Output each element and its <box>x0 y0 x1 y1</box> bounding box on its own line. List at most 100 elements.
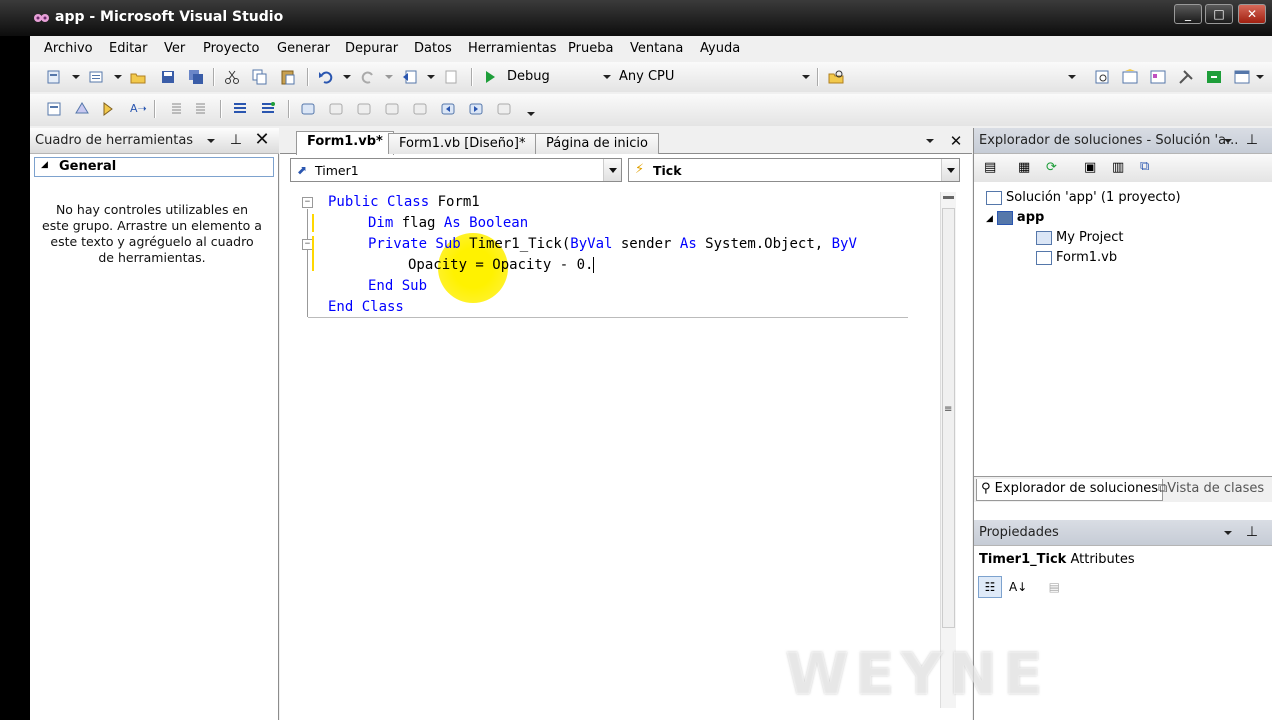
tab-start-page[interactable]: Página de inicio <box>535 133 659 154</box>
open-folder-icon[interactable] <box>130 69 146 85</box>
clear-bookmarks-icon[interactable] <box>496 101 512 117</box>
tab-form1-design[interactable]: Form1.vb [Diseño]* <box>388 133 537 154</box>
chevron-down-icon[interactable] <box>603 159 621 181</box>
menu-generar[interactable]: Generar <box>277 41 330 56</box>
chevron-down-icon[interactable] <box>1224 531 1232 535</box>
split-handle[interactable] <box>943 196 954 199</box>
uncomment-icon[interactable] <box>260 101 276 117</box>
tab-class-view[interactable]: ⧉Vista de clases <box>1154 479 1268 501</box>
toolbox-icon[interactable] <box>1178 69 1194 85</box>
save-all-icon[interactable] <box>188 69 204 85</box>
next-bookmark-in-document-icon[interactable] <box>468 101 484 117</box>
new-project-icon[interactable] <box>46 69 62 85</box>
chevron-down-icon[interactable] <box>207 139 215 143</box>
menu-ventana[interactable]: Ventana <box>630 41 683 56</box>
class-diagram-icon[interactable]: ⧉ <box>1140 159 1149 174</box>
quick-info-icon[interactable] <box>102 101 118 117</box>
menu-ver[interactable]: Ver <box>164 41 185 56</box>
maximize-button[interactable]: □ <box>1205 4 1233 24</box>
properties-object-selector[interactable]: Timer1_Tick Attributes <box>979 552 1135 567</box>
chevron-down-icon[interactable] <box>427 75 435 79</box>
menu-prueba[interactable]: Prueba <box>568 41 613 56</box>
toggle-bookmark-icon[interactable] <box>300 101 316 117</box>
display-object-members-icon[interactable] <box>46 101 62 117</box>
property-pages-icon[interactable]: ▤ <box>1042 577 1066 599</box>
categorized-icon[interactable]: ☷ <box>978 576 1002 598</box>
chevron-down-icon[interactable] <box>941 159 959 181</box>
solution-configuration-combo[interactable]: Debug <box>507 69 550 84</box>
pin-icon[interactable]: ⊥ <box>1244 524 1260 540</box>
tab-form1-vb[interactable]: Form1.vb* <box>296 131 394 155</box>
previous-bookmark-icon[interactable] <box>328 101 344 117</box>
chevron-down-icon[interactable] <box>343 75 351 79</box>
chevron-down-icon[interactable] <box>72 75 80 79</box>
find-in-files-icon[interactable] <box>828 69 844 85</box>
properties-window-icon[interactable] <box>1122 69 1138 85</box>
complete-word-icon[interactable]: A➝ <box>130 102 147 115</box>
find-icon[interactable] <box>1094 69 1110 85</box>
chevron-down-icon[interactable] <box>603 75 611 79</box>
chevron-down-icon[interactable] <box>114 75 122 79</box>
code-area[interactable]: − − Public Class Form1 Dim flag As Boole… <box>288 192 938 672</box>
properties-icon[interactable]: ▤ <box>984 160 996 175</box>
pin-icon[interactable]: ⊥ <box>228 132 244 148</box>
tree-item-form1[interactable]: Form1.vb <box>1036 250 1117 265</box>
menu-depurar[interactable]: Depurar <box>345 41 398 56</box>
collapse-region-icon[interactable]: − <box>302 197 313 208</box>
cut-icon[interactable] <box>224 69 240 85</box>
tree-item-my-project[interactable]: My Project <box>1036 230 1124 245</box>
comment-out-icon[interactable] <box>232 101 248 117</box>
parameter-info-icon[interactable] <box>74 101 90 117</box>
view-code-icon[interactable]: ▣ <box>1084 160 1096 175</box>
expand-triangle-icon[interactable]: ◢ <box>986 214 993 224</box>
close-icon[interactable]: ✕ <box>254 131 270 149</box>
pin-icon[interactable]: ⊥ <box>1244 132 1260 148</box>
menu-archivo[interactable]: Archivo <box>44 41 93 56</box>
view-designer-icon[interactable]: ▥ <box>1112 160 1124 175</box>
tree-project[interactable]: ◢ app <box>986 210 1044 225</box>
minimize-button[interactable]: _ <box>1174 4 1202 24</box>
menu-proyecto[interactable]: Proyecto <box>203 41 260 56</box>
undo-icon[interactable] <box>318 69 334 85</box>
menu-editar[interactable]: Editar <box>109 41 148 56</box>
add-item-icon[interactable] <box>88 69 104 85</box>
scrollbar-thumb[interactable] <box>942 208 955 628</box>
chevron-down-icon[interactable] <box>385 75 393 79</box>
next-bookmark-in-folder-icon[interactable] <box>412 101 428 117</box>
previous-bookmark-in-document-icon[interactable] <box>440 101 456 117</box>
close-icon[interactable]: ✕ <box>948 133 964 149</box>
decrease-indent-icon[interactable] <box>166 101 182 117</box>
object-combo[interactable]: ⬈ Timer1 <box>290 158 622 182</box>
navigate-forward-icon[interactable] <box>444 69 460 85</box>
copy-icon[interactable] <box>252 69 268 85</box>
command-window-icon[interactable] <box>1234 69 1250 85</box>
close-window-button[interactable]: ✕ <box>1238 4 1266 24</box>
toolbox-group-general[interactable]: ◢ General <box>34 157 274 177</box>
refresh-icon[interactable]: ⟳ <box>1046 160 1057 175</box>
tab-solution-explorer[interactable]: ⚲ Explorador de soluciones <box>976 479 1164 501</box>
tree-solution[interactable]: Solución 'app' (1 proyecto) <box>986 190 1181 205</box>
object-browser-icon[interactable] <box>1150 69 1166 85</box>
event-combo[interactable]: ⚡ Tick <box>628 158 960 182</box>
menu-ayuda[interactable]: Ayuda <box>700 41 740 56</box>
increase-indent-icon[interactable] <box>194 101 210 117</box>
chevron-down-icon[interactable] <box>802 75 810 79</box>
start-debugging-icon[interactable] <box>482 69 498 85</box>
menu-datos[interactable]: Datos <box>414 41 452 56</box>
paste-icon[interactable] <box>280 69 296 85</box>
next-bookmark-icon[interactable] <box>356 101 372 117</box>
chevron-down-icon[interactable] <box>926 139 934 143</box>
redo-icon[interactable] <box>360 69 376 85</box>
chevron-down-icon[interactable] <box>527 112 535 116</box>
solution-platform-combo[interactable]: Any CPU <box>619 69 674 84</box>
save-icon[interactable] <box>160 69 176 85</box>
menu-herramientas[interactable]: Herramientas <box>468 41 557 56</box>
chevron-down-icon[interactable] <box>1224 139 1232 143</box>
vertical-scrollbar[interactable]: ≡ <box>940 192 956 708</box>
alphabetical-icon[interactable]: A↓ <box>1006 577 1030 599</box>
chevron-down-icon[interactable] <box>1068 75 1076 79</box>
chevron-down-icon[interactable] <box>1256 75 1264 79</box>
show-all-files-icon[interactable]: ▦ <box>1018 160 1030 175</box>
start-page-icon[interactable] <box>1206 69 1222 85</box>
previous-bookmark-in-folder-icon[interactable] <box>384 101 400 117</box>
